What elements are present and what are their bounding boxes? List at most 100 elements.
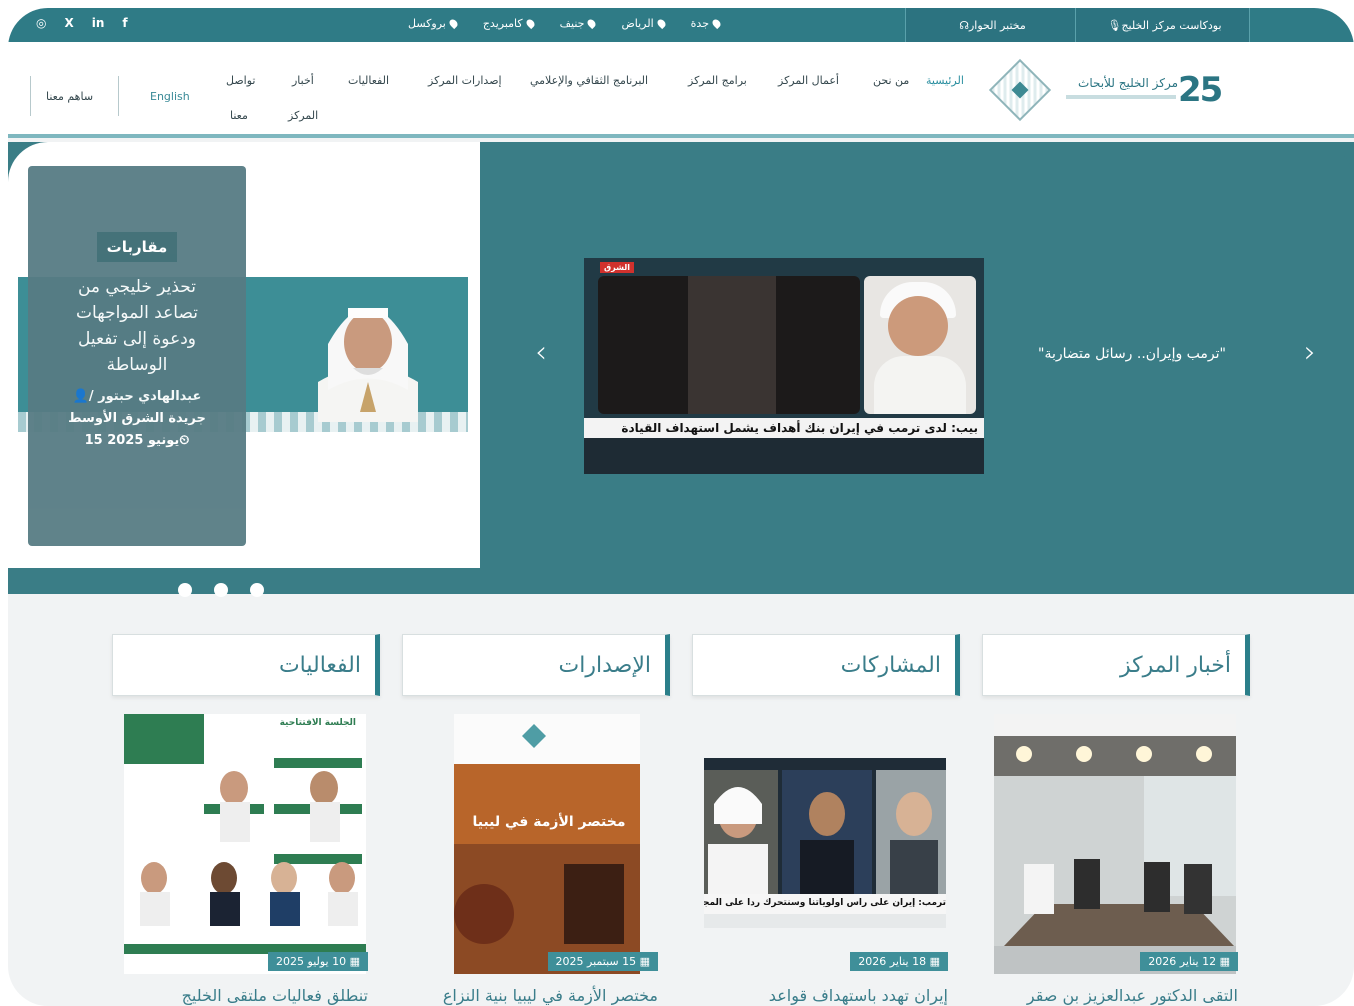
date-badge: ▦ 15 سبتمبر 2025 — [547, 952, 658, 971]
language-switch[interactable]: English — [150, 90, 190, 103]
city-list: جدة الرياض جنيف كامبريدج بروكسل — [408, 17, 723, 30]
location-pin-icon — [655, 17, 667, 30]
top-bar: ◎ X in f جدة الرياض جنيف كامبريدج بروكسل… — [8, 8, 1354, 42]
nav-publications[interactable]: إصدارات المركز — [428, 74, 502, 87]
location-pin-icon — [524, 17, 536, 30]
nav-contact[interactable]: تواصل معنا — [226, 74, 255, 122]
nav-programs[interactable]: برامج المركز — [688, 74, 747, 87]
slide-video-thumbnail[interactable]: الشرق بيب: لدى ترمب في إيران بنك أهداف ي… — [584, 258, 984, 474]
publication-thumbnail[interactable]: مختصر الأزمة في ليبيا — [414, 714, 656, 974]
date-text: 15 سبتمبر 2025 — [555, 955, 637, 968]
date-badge: ▦ 10 يوليو 2025 — [268, 952, 368, 971]
city-label: بروكسل — [408, 17, 446, 30]
city-label: جدة — [690, 17, 710, 30]
calendar-icon: ▦ — [636, 955, 650, 968]
calendar-icon: ▦ — [1216, 955, 1230, 968]
event-thumbnail[interactable]: الجلسة الافتتاحية — [124, 714, 366, 974]
publication-caption[interactable]: مختصر الأزمة في ليبيا بنية النزاع — [443, 986, 658, 1005]
nav-news[interactable]: أخبار المركز — [288, 74, 318, 122]
nav-events[interactable]: الفعاليات — [348, 74, 389, 87]
city-geneva[interactable]: جنيف — [560, 17, 598, 30]
slider-dots — [178, 583, 264, 597]
nav-cultural[interactable]: البرنامج الثقافي والإعلامي — [530, 74, 648, 87]
author-text: عبدالهادي حبتور / جريدة الشرق الأوسط — [68, 389, 206, 426]
facebook-icon[interactable]: f — [122, 16, 127, 30]
participation-thumbnail[interactable]: ترمب: إيران على راس أولوياتنا وسنتحرك رد… — [704, 714, 946, 974]
date-badge: ▦ 12 يناير 2026 — [1140, 952, 1238, 971]
x-icon[interactable]: X — [64, 16, 73, 30]
calendar-icon: ▦ — [346, 955, 360, 968]
article-title[interactable]: تحذير خليجي من تصاعد المواجهات ودعوة إلى… — [28, 274, 246, 378]
anniversary-logo[interactable]: 25 — [1178, 70, 1223, 110]
logo-subline — [1066, 95, 1176, 99]
logo-text[interactable]: مركز الخليج للأبحاث — [1048, 76, 1178, 99]
logo-name: مركز الخليج للأبحاث — [1078, 76, 1178, 90]
event-caption[interactable]: تنطلق فعاليات ملتقى الخليج — [182, 986, 368, 1005]
instagram-icon[interactable]: ◎ — [36, 16, 46, 30]
publication-cover-title: مختصر الأزمة في ليبيا — [472, 814, 626, 830]
section-title: الإصدارات — [558, 653, 651, 678]
participations-column: المشاركات ترمب: إيران على راس أولوياتنا … — [692, 634, 960, 1006]
nav-news-line2: المركز — [288, 109, 319, 122]
podcast-button[interactable]: 🎙 بودكاست مركز الخليج — [1075, 8, 1250, 42]
article-card[interactable]: مقاربات تحذير خليجي من تصاعد المواجهات و… — [28, 166, 246, 546]
slide-title[interactable]: "ترمب وإيران.. رسائل متضاربة" — [1038, 346, 1226, 362]
channel-logo: الشرق — [600, 262, 635, 273]
dialogue-lab-label: مختبر الحوار — [969, 18, 1026, 32]
site-header: 25 مركز الخليج للأبحاث الرئيسية من نحن أ… — [8, 42, 1354, 138]
linkedin-icon[interactable]: in — [92, 16, 105, 30]
publications-column: الإصدارات مختصر الأزمة في ليبيا ▦ 15 سبت… — [402, 634, 670, 1006]
date-text: 18 يناير 2026 — [858, 955, 927, 968]
news-caption[interactable]: التقى الدكتور عبدالعزيز بن صقر — [1027, 986, 1238, 1005]
section-title: المشاركات — [840, 653, 941, 678]
featured-article-panel: مقاربات تحذير خليجي من تصاعد المواجهات و… — [8, 142, 480, 568]
section-header[interactable]: المشاركات — [692, 634, 960, 696]
hero-panel: مقاربات تحذير خليجي من تصاعد المواجهات و… — [8, 142, 1354, 568]
slider-dot[interactable] — [178, 583, 192, 597]
nav-news-line1: أخبار — [292, 74, 314, 87]
news-column: أخبار المركز ▦ 12 يناير 2026 التقى الدكت… — [982, 634, 1250, 1006]
dialogue-lab-button[interactable]: ☊ مختبر الحوار — [905, 8, 1075, 42]
nav-about[interactable]: من نحن — [873, 74, 909, 87]
city-cambridge[interactable]: كامبريدج — [483, 17, 536, 30]
section-header[interactable]: الإصدارات — [402, 634, 670, 696]
category-badge: مقاربات — [96, 232, 178, 262]
date-text: 10 يوليو 2025 — [276, 955, 347, 968]
news-thumbnail[interactable] — [994, 714, 1236, 974]
section-header[interactable]: أخبار المركز — [982, 634, 1250, 696]
video-right-frame — [864, 276, 976, 414]
slider-dot[interactable] — [250, 583, 264, 597]
contribute-link[interactable]: ساهم معنا — [46, 90, 93, 103]
city-jeddah[interactable]: جدة — [690, 17, 723, 30]
chevron-right-icon[interactable]: › — [1304, 338, 1316, 368]
city-riyadh[interactable]: الرياض — [621, 17, 667, 30]
social-links: ◎ X in f — [36, 16, 128, 30]
slider-dot[interactable] — [214, 583, 228, 597]
video-left-frame — [598, 276, 860, 414]
nav-contact-line1: تواصل — [226, 74, 256, 87]
location-pin-icon — [447, 17, 459, 30]
section-header[interactable]: الفعاليات — [112, 634, 380, 696]
event-session-title: الجلسة الافتتاحية — [279, 718, 356, 728]
logo-emblem-icon[interactable] — [988, 58, 1052, 122]
nav-works[interactable]: أعمال المركز — [778, 74, 839, 87]
date-text: 15 يونيو 2025 — [84, 433, 180, 448]
video-ticker — [584, 438, 984, 474]
divider — [118, 76, 119, 116]
location-pin-icon — [710, 17, 723, 30]
city-label: الرياض — [621, 17, 654, 30]
nav-home[interactable]: الرئيسية — [926, 74, 964, 87]
city-brussels[interactable]: بروكسل — [408, 17, 459, 30]
hero-slider: مقاربات تحذير خليجي من تصاعد المواجهات و… — [8, 142, 1354, 597]
participation-caption[interactable]: إيران تهدد باستهداف قواعد — [769, 986, 948, 1005]
calendar-icon: ▦ — [926, 955, 940, 968]
divider — [30, 76, 31, 116]
article-date: 15 يونيو 2025⏲ — [28, 430, 246, 452]
author-portrait — [318, 308, 418, 422]
headset-icon: ☊ — [959, 18, 969, 32]
location-pin-icon — [586, 17, 598, 30]
microphone-icon: 🎙 — [1107, 18, 1122, 32]
user-icon: 👤 — [72, 389, 89, 404]
chevron-left-icon[interactable]: ‹ — [535, 338, 547, 368]
section-title: أخبار المركز — [1120, 653, 1231, 678]
